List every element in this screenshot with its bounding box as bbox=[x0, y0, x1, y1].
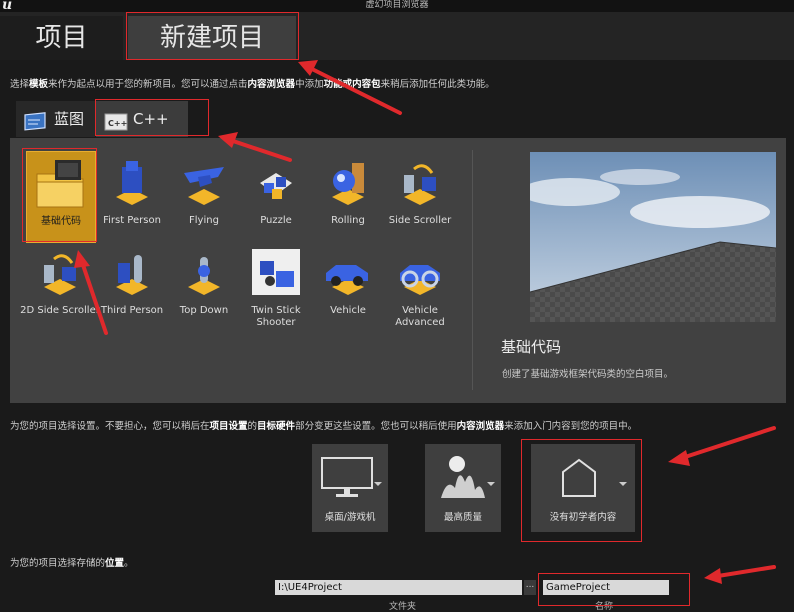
arrow-cpp bbox=[228, 138, 292, 162]
arrow-head-new-project bbox=[298, 60, 318, 76]
arrow-head-template bbox=[74, 250, 90, 268]
annotation-arrows bbox=[74, 60, 776, 584]
arrow-name bbox=[716, 565, 776, 578]
arrow-head-cpp bbox=[218, 132, 238, 148]
arrow-head-starter bbox=[668, 450, 690, 466]
arrow-starter bbox=[680, 426, 776, 460]
arrow-head-name bbox=[704, 568, 722, 584]
arrow-template bbox=[80, 260, 108, 335]
arrow-new-project bbox=[308, 66, 402, 115]
